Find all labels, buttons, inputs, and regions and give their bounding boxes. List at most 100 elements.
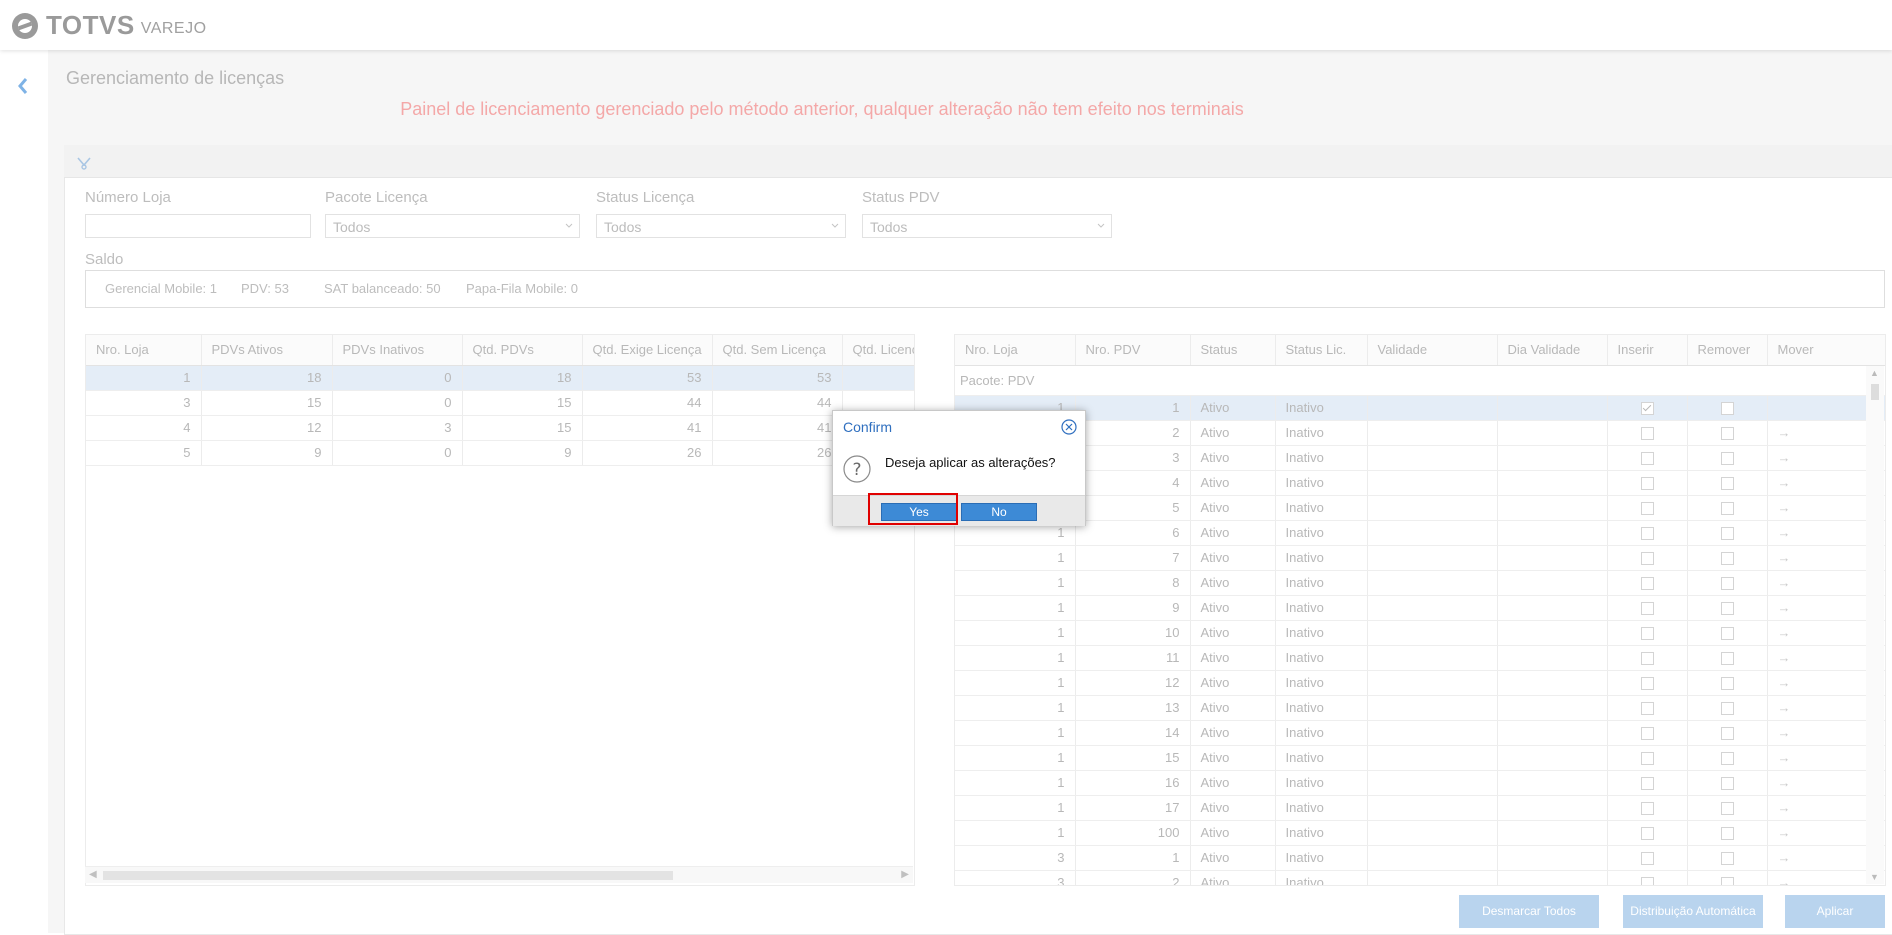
column-header[interactable]: Status Lic. xyxy=(1275,335,1368,366)
table-row[interactable]: 1 14 Ativo Inativo → xyxy=(955,720,1885,746)
table-row[interactable]: 1 8 Ativo Inativo → xyxy=(955,570,1885,596)
remover-checkbox[interactable] xyxy=(1720,777,1734,791)
column-header[interactable]: PDVs Ativos xyxy=(201,335,333,366)
move-arrow-icon[interactable]: → xyxy=(1778,500,1791,515)
move-arrow-icon[interactable]: → xyxy=(1778,625,1791,640)
inserir-checkbox[interactable] xyxy=(1640,652,1654,666)
aplicar-button[interactable]: Aplicar xyxy=(1785,895,1885,928)
remover-checkbox[interactable] xyxy=(1720,652,1734,666)
filter-toggle-icon[interactable] xyxy=(76,155,92,171)
table-row[interactable]: 1 6 Ativo Inativo → xyxy=(955,520,1885,546)
inserir-checkbox[interactable] xyxy=(1640,577,1654,591)
move-arrow-icon[interactable]: → xyxy=(1778,450,1791,465)
inserir-checkbox[interactable] xyxy=(1640,602,1654,616)
move-arrow-icon[interactable]: → xyxy=(1778,775,1791,790)
table-row[interactable]: 12AtivoInativo→ xyxy=(955,420,1885,446)
remover-checkbox[interactable] xyxy=(1720,427,1734,441)
close-icon[interactable] xyxy=(1061,419,1077,435)
table-row[interactable]: 3 15 0 15 44 44 xyxy=(86,390,914,416)
column-header[interactable]: Validade xyxy=(1367,335,1498,366)
desmarcar-todos-button[interactable]: Desmarcar Todos xyxy=(1459,895,1599,928)
remover-checkbox[interactable] xyxy=(1720,577,1734,591)
move-arrow-icon[interactable]: → xyxy=(1778,650,1791,665)
remover-checkbox[interactable] xyxy=(1720,602,1734,616)
column-header[interactable]: Remover xyxy=(1687,335,1768,366)
inserir-checkbox[interactable] xyxy=(1640,827,1654,841)
table-row[interactable]: 1 10 Ativo Inativo → xyxy=(955,620,1885,646)
inserir-checkbox[interactable] xyxy=(1640,877,1654,885)
inserir-checkbox[interactable] xyxy=(1640,477,1654,491)
numero-loja-input[interactable] xyxy=(85,214,311,238)
inserir-checkbox[interactable] xyxy=(1640,427,1654,441)
inserir-checkbox[interactable] xyxy=(1640,702,1654,716)
status-licenca-select[interactable]: Todos xyxy=(596,214,846,238)
remover-checkbox[interactable] xyxy=(1720,477,1734,491)
remover-checkbox[interactable] xyxy=(1720,627,1734,641)
yes-button[interactable]: Yes xyxy=(881,503,957,521)
distribuicao-automatica-button[interactable]: Distribuição Automática xyxy=(1623,895,1763,928)
group-row[interactable]: Pacote: PDV xyxy=(955,365,1885,396)
column-header[interactable]: Qtd. Sem Licença xyxy=(712,335,843,366)
remover-checkbox[interactable] xyxy=(1720,877,1734,885)
move-arrow-icon[interactable]: → xyxy=(1778,875,1791,885)
inserir-checkbox[interactable] xyxy=(1640,852,1654,866)
remover-checkbox[interactable] xyxy=(1720,452,1734,466)
table-row[interactable]: 14AtivoInativo→ xyxy=(955,470,1885,496)
inserir-checkbox[interactable] xyxy=(1640,777,1654,791)
remover-checkbox[interactable] xyxy=(1720,702,1734,716)
remover-checkbox[interactable] xyxy=(1720,852,1734,866)
table-row[interactable]: 1 11 Ativo Inativo → xyxy=(955,645,1885,671)
table-row[interactable]: 3 1 Ativo Inativo → xyxy=(955,845,1885,871)
move-arrow-icon[interactable]: → xyxy=(1778,700,1791,715)
table-row[interactable]: 15AtivoInativo→ xyxy=(955,495,1885,521)
column-header[interactable]: Qtd. Licenças xyxy=(842,335,914,366)
move-arrow-icon[interactable]: → xyxy=(1778,600,1791,615)
move-arrow-icon[interactable]: → xyxy=(1778,475,1791,490)
move-arrow-icon[interactable]: → xyxy=(1778,525,1791,540)
table-row[interactable]: 1 9 Ativo Inativo → xyxy=(955,595,1885,621)
move-arrow-icon[interactable]: → xyxy=(1778,675,1791,690)
status-pdv-select[interactable]: Todos xyxy=(862,214,1112,238)
scrollbar-thumb[interactable] xyxy=(103,871,673,880)
inserir-checkbox[interactable] xyxy=(1640,527,1654,541)
horizontal-scrollbar[interactable]: ◀ ▶ xyxy=(85,866,913,883)
remover-checkbox[interactable] xyxy=(1720,802,1734,816)
table-row[interactable]: 1 17 Ativo Inativo → xyxy=(955,795,1885,821)
table-row[interactable]: 1 15 Ativo Inativo → xyxy=(955,745,1885,771)
remover-checkbox[interactable] xyxy=(1720,752,1734,766)
remover-checkbox[interactable] xyxy=(1720,827,1734,841)
inserir-checkbox[interactable] xyxy=(1640,502,1654,516)
column-header[interactable]: Status xyxy=(1190,335,1276,366)
table-row[interactable]: 1 7 Ativo Inativo → xyxy=(955,545,1885,571)
table-row[interactable]: 13AtivoInativo→ xyxy=(955,445,1885,471)
table-row[interactable]: 3 2 Ativo Inativo → xyxy=(955,870,1885,885)
pacote-licenca-select[interactable]: Todos xyxy=(325,214,580,238)
scroll-down-icon[interactable]: ▼ xyxy=(1870,872,1879,882)
table-row[interactable]: 1 100 Ativo Inativo → xyxy=(955,820,1885,846)
inserir-checkbox[interactable] xyxy=(1640,752,1654,766)
inserir-checkbox[interactable] xyxy=(1640,452,1654,466)
move-arrow-icon[interactable]: → xyxy=(1778,725,1791,740)
move-arrow-icon[interactable]: → xyxy=(1778,750,1791,765)
column-header[interactable]: Qtd. Exige Licença xyxy=(582,335,713,366)
move-arrow-icon[interactable]: → xyxy=(1778,850,1791,865)
no-button[interactable]: No xyxy=(961,503,1037,521)
table-row[interactable]: 4 12 3 15 41 41 xyxy=(86,415,914,441)
remover-checkbox[interactable] xyxy=(1720,402,1734,416)
column-header[interactable]: Mover xyxy=(1767,335,1885,366)
remover-checkbox[interactable] xyxy=(1720,677,1734,691)
vertical-scrollbar[interactable]: ▲ ▼ xyxy=(1866,366,1884,884)
move-arrow-icon[interactable]: → xyxy=(1778,800,1791,815)
move-arrow-icon[interactable]: → xyxy=(1778,575,1791,590)
column-header[interactable]: Nro. Loja xyxy=(86,335,202,366)
table-row[interactable]: 1 1 Ativo Inativo xyxy=(955,395,1885,421)
move-arrow-icon[interactable]: → xyxy=(1778,550,1791,565)
scroll-up-icon[interactable]: ▲ xyxy=(1870,368,1879,378)
column-header[interactable]: Qtd. PDVs xyxy=(462,335,583,366)
move-arrow-icon[interactable]: → xyxy=(1778,425,1791,440)
remover-checkbox[interactable] xyxy=(1720,552,1734,566)
scroll-right-icon[interactable]: ▶ xyxy=(901,869,909,880)
remover-checkbox[interactable] xyxy=(1720,527,1734,541)
table-row[interactable]: 1 16 Ativo Inativo → xyxy=(955,770,1885,796)
scroll-left-icon[interactable]: ◀ xyxy=(89,869,97,880)
